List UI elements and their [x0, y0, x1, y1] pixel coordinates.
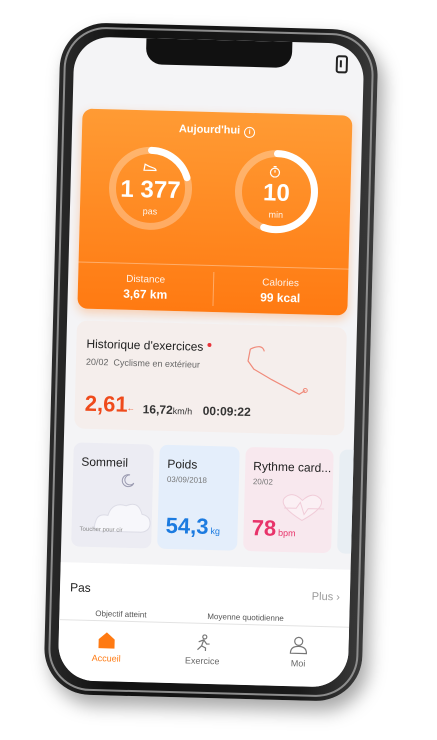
weight-tile[interactable]: Poids 03/09/2018 54,3kg — [157, 444, 240, 551]
heart-rate-tile[interactable]: Rythme card... 20/02 78bpm — [243, 446, 334, 554]
weight-title: Poids — [167, 456, 198, 472]
battery-icon — [335, 55, 349, 74]
weight-value: 54,3kg — [165, 513, 220, 540]
more-link[interactable]: Plus › — [312, 591, 340, 604]
notch — [145, 38, 293, 69]
heart-title: Rythme card... — [253, 459, 332, 476]
phone-frame: Aujourd'hui i 1 377 pas 10 min Distance … — [43, 21, 379, 703]
heart-unit: bpm — [277, 527, 296, 539]
tab-me-label: Moi — [290, 658, 306, 669]
goal-reached-label: Objectif atteint — [95, 609, 147, 620]
weight-number: 54,3 — [165, 512, 209, 539]
weight-date: 03/09/2018 — [166, 474, 208, 485]
heart-value: 78bpm — [251, 515, 296, 542]
chevron-right-icon: › — [336, 591, 341, 604]
bottom-tab-bar: Accueil Exercice Moi — [57, 619, 350, 688]
steps-section-title: Pas — [69, 580, 91, 595]
weight-unit: kg — [210, 526, 221, 537]
tab-me[interactable]: Moi — [250, 635, 347, 670]
more-label: Plus — [311, 590, 334, 604]
sleep-hint: Toucher pour cir — [79, 526, 123, 534]
heart-date: 20/02 — [252, 477, 274, 487]
daily-average-label: Moyenne quotidienne — [207, 611, 284, 623]
home-icon — [98, 632, 115, 649]
sleep-tile[interactable]: Sommeil Toucher pour cir — [71, 442, 154, 549]
tab-home[interactable]: Accueil — [58, 630, 155, 665]
runner-icon — [197, 634, 210, 651]
moon-icon — [121, 474, 135, 488]
tab-exercise-label: Exercice — [184, 655, 220, 667]
person-icon — [289, 636, 307, 655]
heart-number: 78 — [251, 515, 277, 541]
tab-home-label: Accueil — [91, 652, 121, 664]
tab-exercise[interactable]: Exercice — [154, 633, 251, 668]
app-screen: Aujourd'hui i 1 377 pas 10 min Distance … — [57, 36, 365, 688]
sleep-title: Sommeil — [81, 454, 129, 470]
